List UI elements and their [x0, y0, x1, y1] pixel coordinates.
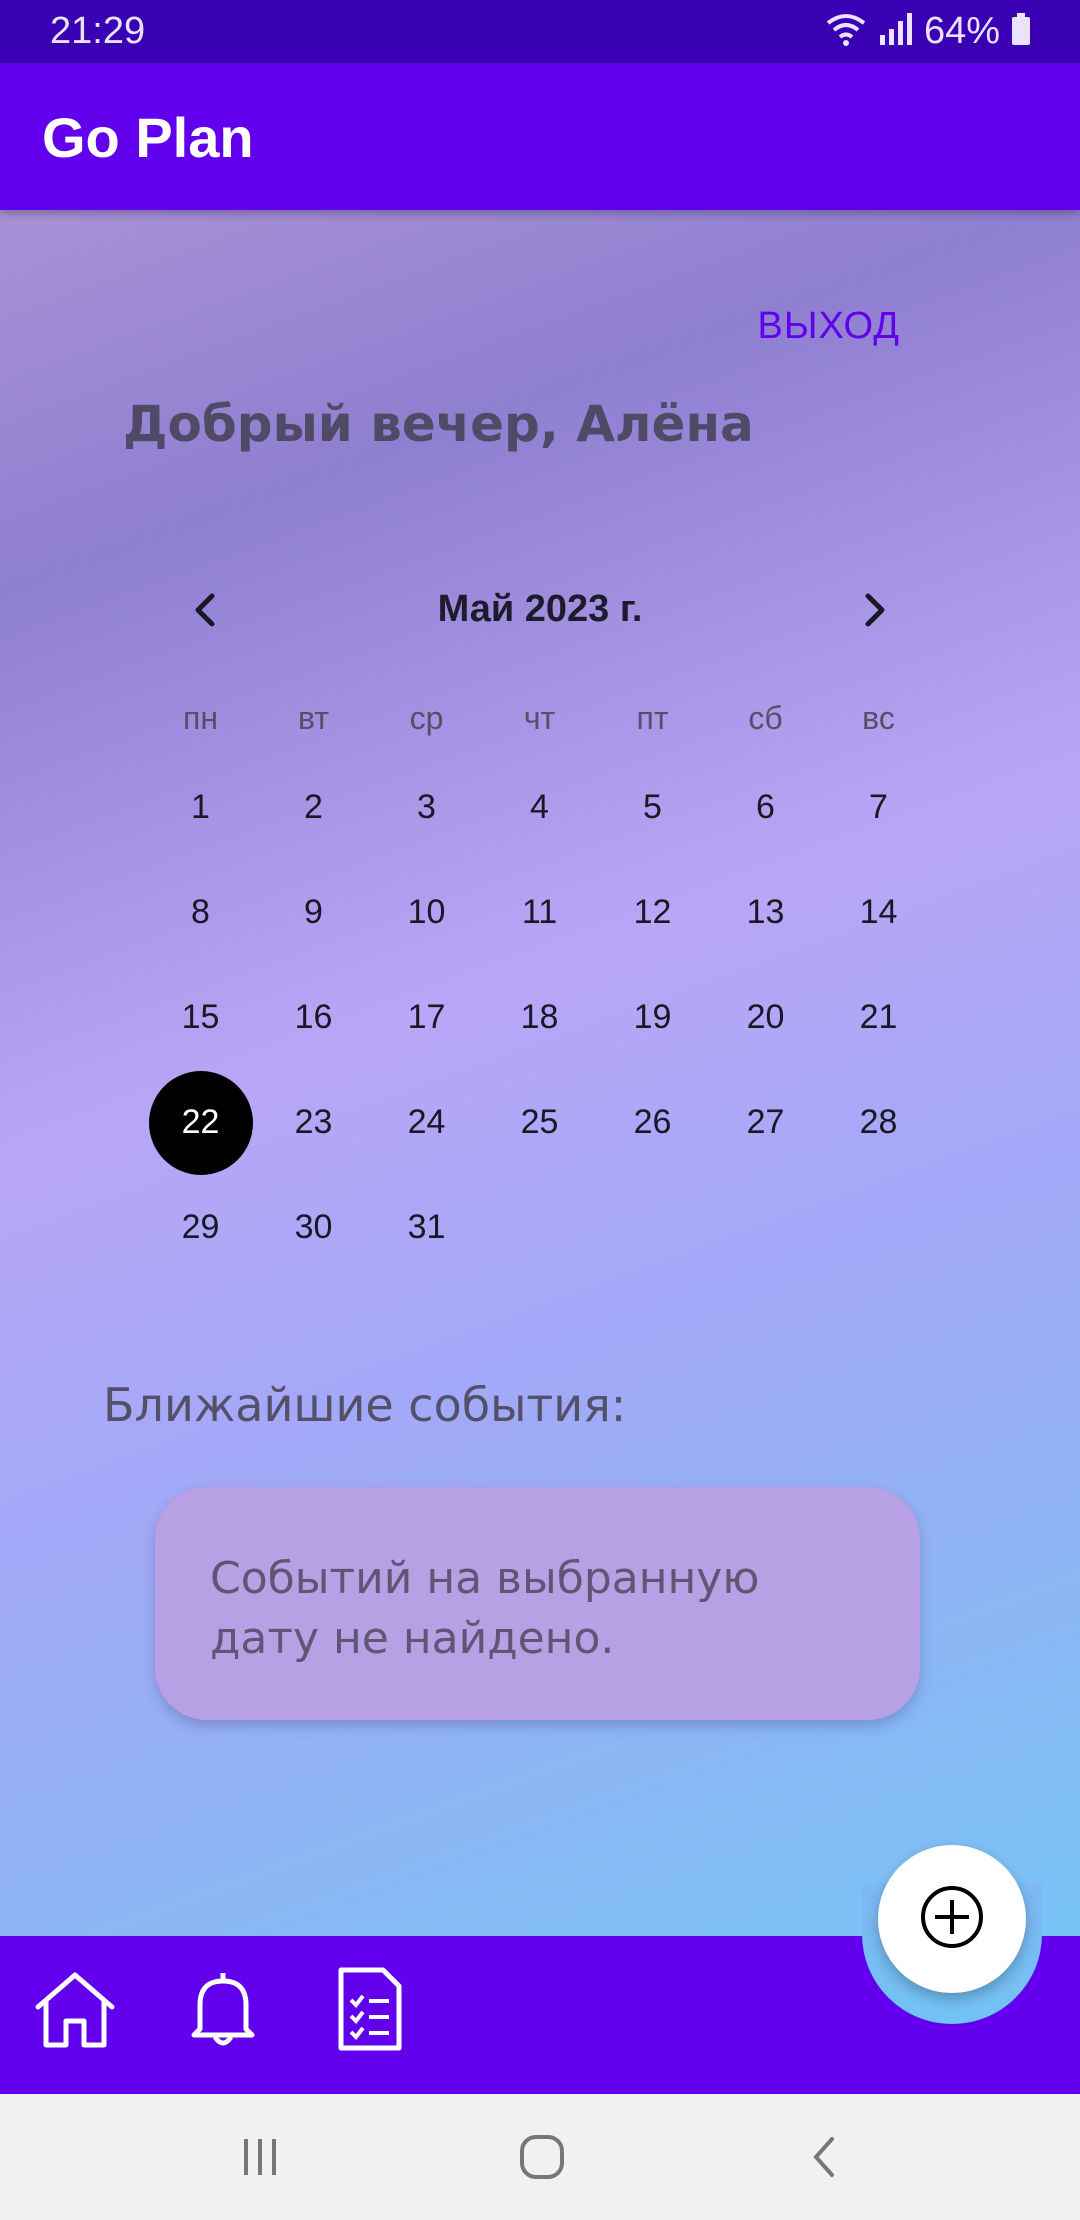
calendar-day-number: 7: [869, 788, 888, 826]
calendar-day-number: 4: [530, 788, 549, 826]
system-nav-bar: [0, 2094, 1080, 2220]
weekday-label: пн: [183, 700, 218, 736]
calendar-day[interactable]: 19: [596, 965, 709, 1070]
calendar-day-number: 22: [148, 1070, 253, 1175]
calendar-day[interactable]: 6: [709, 755, 822, 860]
bell-icon[interactable]: [178, 1964, 268, 2054]
weekday-label: вт: [298, 700, 329, 736]
calendar-day-number: 14: [859, 893, 898, 931]
weekday-label: чт: [523, 700, 556, 736]
calendar-day[interactable]: 21: [822, 965, 935, 1070]
calendar-day[interactable]: 30: [257, 1175, 370, 1280]
calendar-day[interactable]: 28: [822, 1070, 935, 1175]
calendar-day-number: 9: [304, 893, 323, 931]
signal-icon: [878, 11, 914, 52]
calendar-day-number: 13: [746, 893, 785, 931]
calendar-day-number: 10: [407, 893, 446, 931]
calendar-day-number: 18: [520, 998, 559, 1036]
calendar-day[interactable]: 4: [483, 755, 596, 860]
home-icon[interactable]: [30, 1964, 120, 2054]
calendar-day[interactable]: 31: [370, 1175, 483, 1280]
calendar-day-number: 28: [859, 1103, 898, 1141]
calendar-day[interactable]: 15: [144, 965, 257, 1070]
calendar-day[interactable]: 9: [257, 860, 370, 965]
calendar-day-number: 27: [746, 1103, 785, 1141]
calendar-days-grid: 1 2 3 4 5 6 7 8 9 10 11 12 13 14 15 16 17 18 19 20 21 22 23 24 2…: [144, 755, 936, 1280]
logout-button[interactable]: ВЫХОД: [757, 305, 900, 348]
calendar-day-number: 6: [756, 788, 775, 826]
calendar-day-number: 1: [191, 788, 210, 826]
calendar-day[interactable]: 23: [257, 1070, 370, 1175]
weekday-label: ср: [409, 700, 444, 736]
calendar-day[interactable]: 27: [709, 1070, 822, 1175]
calendar-day[interactable]: 14: [822, 860, 935, 965]
calendar-day[interactable]: 29: [144, 1175, 257, 1280]
wifi-icon: [824, 11, 868, 52]
weekday-label: пт: [636, 700, 669, 736]
calendar-day-number: 12: [633, 893, 672, 931]
calendar-day[interactable]: 12: [596, 860, 709, 965]
calendar-day-number: 29: [181, 1208, 220, 1246]
main-content: ВЫХОД Добрый вечер, Алёна Май 2023 г. пн…: [0, 210, 1080, 1936]
status-bar: 21:29 64%: [0, 0, 1080, 63]
calendar-day-number: 15: [181, 998, 220, 1036]
calendar-day[interactable]: 13: [709, 860, 822, 965]
calendar-weekdays: пн вт ср чт пт сб вс: [144, 700, 936, 737]
calendar-day-number: 5: [643, 788, 662, 826]
status-icons: 64%: [824, 10, 1032, 53]
add-event-button[interactable]: [878, 1845, 1026, 1993]
calendar-day-number: 20: [746, 998, 785, 1036]
calendar-day[interactable]: 16: [257, 965, 370, 1070]
calendar-day[interactable]: 26: [596, 1070, 709, 1175]
app-title: Go Plan: [42, 106, 254, 169]
calendar-day-number: 30: [294, 1208, 333, 1246]
calendar-day[interactable]: 11: [483, 860, 596, 965]
calendar-day[interactable]: 2: [257, 755, 370, 860]
calendar-day-number: 21: [859, 998, 898, 1036]
calendar-day-number: 17: [407, 998, 446, 1036]
battery-percent: 64%: [923, 10, 1000, 52]
events-empty-message: Событий на выбранную дату не найдено.: [210, 1553, 760, 1664]
calendar-day[interactable]: 20: [709, 965, 822, 1070]
calendar-day[interactable]: 25: [483, 1070, 596, 1175]
calendar-day[interactable]: 10: [370, 860, 483, 965]
calendar-day-number: 26: [633, 1103, 672, 1141]
app-bar: Go Plan: [0, 63, 1080, 210]
checklist-icon[interactable]: [325, 1964, 415, 2054]
calendar-day-number: 24: [407, 1103, 446, 1141]
calendar-day[interactable]: 1: [144, 755, 257, 860]
calendar-day-number: 2: [304, 788, 323, 826]
greeting-text: Добрый вечер, Алёна: [123, 395, 754, 453]
calendar-day-number: 23: [294, 1103, 333, 1141]
calendar-day[interactable]: 24: [370, 1070, 483, 1175]
calendar-day-number: 19: [633, 998, 672, 1036]
calendar-day-number: 8: [191, 893, 210, 931]
recent-apps-icon[interactable]: [220, 2122, 300, 2192]
calendar-day[interactable]: 5: [596, 755, 709, 860]
weekday-label: вс: [862, 700, 895, 736]
home-button-icon[interactable]: [502, 2122, 582, 2192]
battery-icon: [1010, 11, 1032, 52]
events-title: Ближайшие события:: [103, 1378, 627, 1432]
calendar-header: Май 2023 г.: [150, 570, 930, 650]
weekday-label: сб: [748, 700, 783, 736]
calendar-day[interactable]: 18: [483, 965, 596, 1070]
status-time: 21:29: [50, 10, 146, 52]
calendar-day-number: 11: [521, 893, 558, 931]
chevron-right-icon[interactable]: [845, 580, 905, 640]
calendar-day[interactable]: 17: [370, 965, 483, 1070]
calendar-day-number: 16: [294, 998, 333, 1036]
calendar-day-selected[interactable]: 22: [144, 1070, 257, 1175]
back-icon[interactable]: [784, 2122, 864, 2192]
calendar-day-number: 25: [520, 1103, 559, 1141]
calendar-day[interactable]: 3: [370, 755, 483, 860]
calendar-month-label: Май 2023 г.: [437, 588, 643, 630]
calendar-day-number: 31: [407, 1208, 446, 1246]
calendar-day-number: 3: [417, 788, 436, 826]
events-empty-card: Событий на выбранную дату не найдено.: [155, 1487, 920, 1720]
calendar-day[interactable]: 8: [144, 860, 257, 965]
calendar-day[interactable]: 7: [822, 755, 935, 860]
add-circle-icon: [919, 1884, 985, 1955]
